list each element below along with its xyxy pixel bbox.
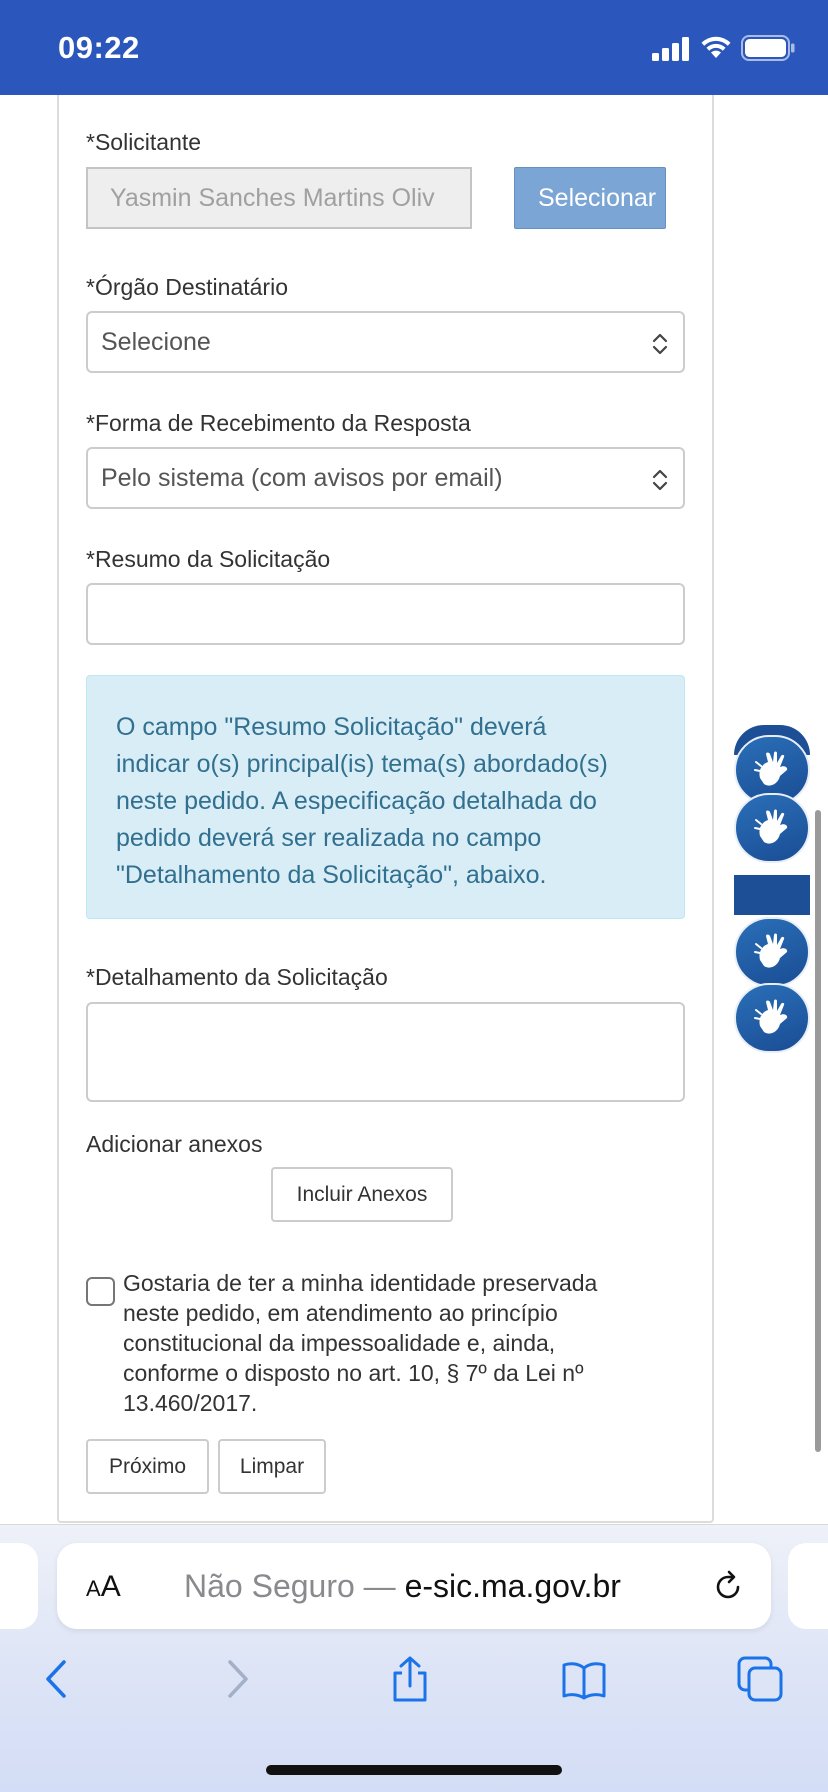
- text-size-big-a: A: [100, 1570, 121, 1603]
- sign-language-hand-icon: [754, 751, 788, 786]
- incluir-anexos-button[interactable]: Incluir Anexos: [271, 1167, 453, 1222]
- forma-select-value: Pelo sistema (com avisos por email): [101, 464, 503, 492]
- reload-icon[interactable]: [711, 1570, 745, 1604]
- proximo-button[interactable]: Próximo: [86, 1439, 209, 1494]
- orgao-label: *Órgão Destinatário: [86, 274, 288, 300]
- orgao-select[interactable]: Selecione: [86, 311, 685, 373]
- info-line: neste pedido. A especificação detalhada …: [116, 787, 597, 815]
- anexos-label: Adicionar anexos: [86, 1131, 263, 1157]
- select-chevrons-icon: [652, 333, 668, 355]
- selecionar-button[interactable]: Selecionar: [514, 167, 666, 229]
- select-chevrons-icon: [652, 469, 668, 491]
- url-security-prefix: Não Seguro —: [184, 1568, 405, 1604]
- status-bar: 09:22: [0, 0, 828, 95]
- sign-language-hand-icon: [754, 999, 788, 1034]
- vlibras-button[interactable]: [734, 917, 810, 987]
- share-icon[interactable]: [387, 1656, 433, 1702]
- wifi-icon: [701, 36, 731, 58]
- resumo-label: *Resumo da Solicitação: [86, 546, 331, 572]
- identity-checkbox-label: Gostaria de ter a minha identidade prese…: [123, 1268, 653, 1418]
- scrollbar[interactable]: [815, 810, 821, 1452]
- vlibras-button[interactable]: [734, 793, 810, 863]
- vlibras-button[interactable]: [734, 983, 810, 1053]
- text-size-button[interactable]: AA: [86, 1570, 121, 1604]
- sign-language-hand-icon: [754, 809, 788, 844]
- resumo-input[interactable]: [86, 583, 685, 645]
- tabs-icon[interactable]: [737, 1656, 783, 1702]
- forward-icon[interactable]: [213, 1656, 259, 1702]
- battery-icon: [741, 35, 795, 61]
- status-time: 09:22: [58, 30, 140, 65]
- text-size-small-a: A: [86, 1576, 101, 1601]
- back-icon[interactable]: [35, 1656, 81, 1702]
- detalhamento-textarea[interactable]: [86, 1002, 685, 1102]
- checkbox-text-line: 13.460/2017.: [123, 1390, 258, 1416]
- checkbox-text-line: constitucional da impessoalidade e, aind…: [123, 1330, 556, 1356]
- next-tab-preview[interactable]: [788, 1543, 828, 1629]
- forma-select[interactable]: Pelo sistema (com avisos por email): [86, 447, 685, 509]
- info-line: O campo "Resumo Solicitação" deverá: [116, 713, 547, 741]
- widget-edge: [734, 875, 810, 915]
- solicitante-input: Yasmin Sanches Martins Oliv: [86, 167, 472, 229]
- bookmarks-icon[interactable]: [561, 1656, 607, 1702]
- sign-language-hand-icon: [754, 933, 788, 968]
- orgao-select-value: Selecione: [101, 328, 211, 356]
- identity-checkbox[interactable]: [86, 1277, 115, 1306]
- previous-tab-preview[interactable]: [0, 1543, 38, 1629]
- checkbox-text-line: Gostaria de ter a minha identidade prese…: [123, 1270, 598, 1296]
- forma-label: *Forma de Recebimento da Resposta: [86, 410, 471, 436]
- checkbox-text-line: conforme o disposto no art. 10, § 7º da …: [123, 1360, 584, 1386]
- url-display[interactable]: Não Seguro — e-sic.ma.gov.br: [184, 1568, 621, 1605]
- url-domain: e-sic.ma.gov.br: [404, 1568, 621, 1604]
- solicitante-label: *Solicitante: [86, 129, 202, 155]
- info-alert: O campo "Resumo Solicitação" deverá indi…: [86, 675, 685, 919]
- limpar-button[interactable]: Limpar: [218, 1439, 326, 1494]
- cellular-signal-icon: [652, 37, 689, 61]
- info-line: indicar o(s) principal(is) tema(s) abord…: [116, 750, 608, 778]
- checkbox-text-line: neste pedido, em atendimento ao princípi…: [123, 1300, 558, 1326]
- home-indicator[interactable]: [266, 1765, 562, 1775]
- accessibility-widgets: [734, 725, 810, 1060]
- detalhamento-label: *Detalhamento da Solicitação: [86, 964, 388, 990]
- info-line: pedido deverá ser realizada no campo: [116, 824, 542, 852]
- info-line: "Detalhamento da Solicitação", abaixo.: [116, 861, 547, 889]
